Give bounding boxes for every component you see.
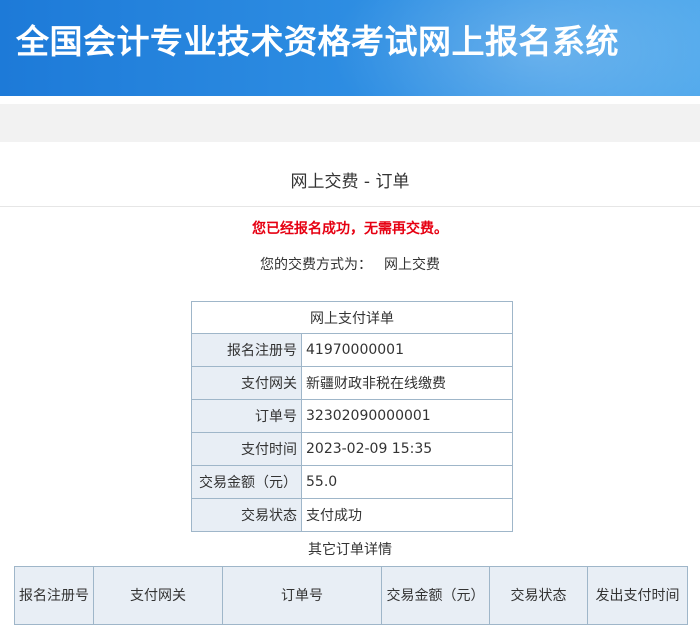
table-row: 支付网关 新疆财政非税在线缴费	[191, 366, 513, 400]
title-divider	[0, 206, 700, 207]
amount-value: 55.0	[301, 465, 513, 499]
col-payment-sent-time: 发出支付时间	[587, 566, 688, 625]
table-row: 订单号 32302090000001	[191, 399, 513, 433]
header-banner: 全国会计专业技术资格考试网上报名系统	[0, 0, 700, 96]
table-row: 支付时间 2023-02-09 15:35	[191, 432, 513, 466]
payment-method-value: 网上交费	[384, 257, 440, 273]
table-header-row: 网上支付详单	[191, 301, 513, 334]
page-title: 网上交费 - 订单	[290, 172, 410, 192]
col-payment-gateway: 支付网关	[93, 566, 223, 625]
payment-method-label: 您的交费方式为：	[260, 257, 372, 273]
table-caption: 网上支付详单	[191, 301, 513, 334]
payment-gateway-value: 新疆财政非税在线缴费	[301, 366, 513, 400]
payment-gateway-label: 支付网关	[191, 366, 302, 400]
col-transaction-status: 交易状态	[489, 566, 588, 625]
other-orders-title: 其它订单详情	[308, 542, 392, 558]
table-header-row: 报名注册号 支付网关 订单号 交易金额（元） 交易状态 发出支付时间	[14, 566, 688, 625]
other-orders-table: 报名注册号 支付网关 订单号 交易金额（元） 交易状态 发出支付时间	[14, 566, 688, 625]
system-title: 全国会计专业技术资格考试网上报名系统	[16, 22, 619, 61]
col-order-number: 订单号	[222, 566, 382, 625]
transaction-status-label: 交易状态	[191, 498, 302, 532]
table-row: 交易金额（元） 55.0	[191, 465, 513, 499]
col-amount: 交易金额（元）	[381, 566, 490, 625]
payment-time-label: 支付时间	[191, 432, 302, 466]
order-number-label: 订单号	[191, 399, 302, 433]
order-number-value: 32302090000001	[301, 399, 513, 433]
table-row: 交易状态 支付成功	[191, 498, 513, 532]
payment-detail-table: 网上支付详单 报名注册号 41970000001 支付网关 新疆财政非税在线缴费…	[191, 301, 513, 532]
registration-number-label: 报名注册号	[191, 333, 302, 367]
registration-number-value: 41970000001	[301, 333, 513, 367]
success-message: 您已经报名成功，无需再交费。	[252, 221, 448, 237]
payment-time-value: 2023-02-09 15:35	[301, 432, 513, 466]
col-registration-number: 报名注册号	[14, 566, 94, 625]
amount-label: 交易金额（元）	[191, 465, 302, 499]
table-row: 报名注册号 41970000001	[191, 333, 513, 367]
payment-method-line: 您的交费方式为： 网上交费	[0, 254, 700, 274]
transaction-status-value: 支付成功	[301, 498, 513, 532]
nav-bar	[0, 104, 700, 142]
